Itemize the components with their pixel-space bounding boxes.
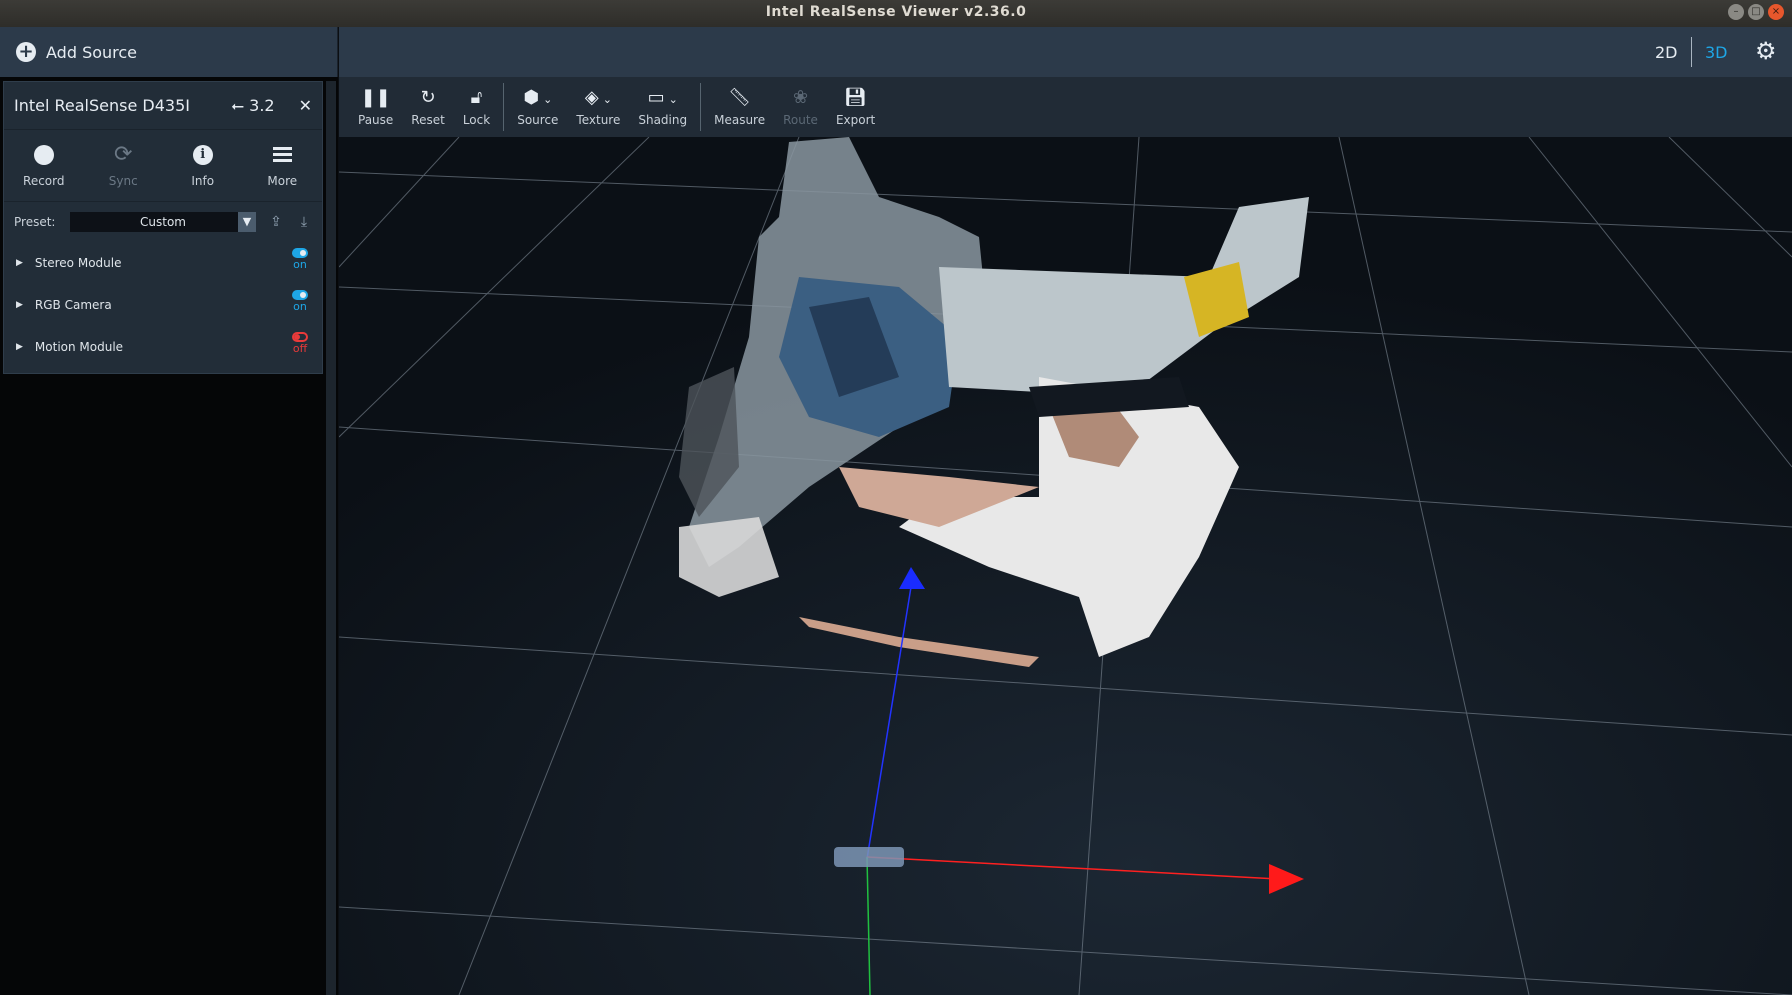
module-rgb[interactable]: ▶ RGB Camera on (4, 284, 322, 326)
toolbar-separator (700, 83, 702, 131)
window-title: Intel RealSense Viewer v2.36.0 (765, 4, 1027, 20)
pause-label: Pause (358, 113, 394, 127)
preset-select[interactable]: Custom ▼ (70, 212, 256, 232)
menu-icon (272, 144, 292, 165)
record-icon (33, 144, 54, 165)
ruler-icon: 📏︎ (728, 87, 752, 108)
toggle-on-icon (292, 290, 308, 300)
more-button[interactable]: More (243, 130, 323, 201)
paint-bucket-icon: ◈ ⌄ (584, 87, 612, 108)
reset-icon: ↻ (420, 87, 436, 108)
route-label: Route (783, 113, 818, 127)
pause-icon: ❚❚ (360, 87, 391, 108)
view-topbar: 2D 3D ⚙ (339, 27, 1792, 77)
shading-label: Shading (638, 113, 688, 127)
texture-button[interactable]: ◈ ⌄ Texture (567, 77, 629, 137)
expand-arrow-icon: ▶ (16, 258, 23, 268)
reset-label: Reset (411, 113, 445, 127)
measure-label: Measure (714, 113, 766, 127)
view-separator (1691, 37, 1692, 67)
close-window-icon[interactable]: × (1768, 4, 1784, 20)
device-name: Intel RealSense D435I (14, 96, 190, 115)
point-cloud-viewport[interactable] (339, 137, 1792, 995)
module-stereo[interactable]: ▶ Stereo Module on (4, 242, 322, 284)
lock-label: Lock (462, 113, 491, 127)
expand-arrow-icon: ▶ (16, 342, 23, 352)
record-button[interactable]: Record (4, 130, 84, 201)
save-icon: 💾︎ (844, 87, 868, 108)
paint-roller-icon: ▭ ⌄ (647, 87, 678, 108)
export-button[interactable]: 💾︎ Export (827, 77, 884, 137)
module-motion[interactable]: ▶ Motion Module off (4, 326, 322, 368)
preset-row: Preset: Custom ▼ ⇪ ⤓ (4, 202, 322, 242)
view-2d-button[interactable]: 2D (1655, 43, 1678, 62)
device-panel: Intel RealSense D435I ⭠ 3.2 ✕ Record ⟳ S… (3, 81, 323, 374)
reset-button[interactable]: ↻ Reset (402, 77, 454, 137)
module-name: Stereo Module (34, 256, 122, 270)
module-name: RGB Camera (34, 298, 112, 312)
more-label: More (267, 173, 298, 188)
minimize-icon[interactable]: – (1728, 4, 1744, 20)
add-source-label: Add Source (46, 42, 138, 62)
preset-label: Preset: (14, 215, 56, 229)
maximize-icon[interactable]: □ (1748, 4, 1764, 20)
stereo-toggle[interactable]: on (288, 248, 312, 271)
device-header: Intel RealSense D435I ⭠ 3.2 ✕ (4, 82, 322, 130)
shading-button[interactable]: ▭ ⌄ Shading (629, 77, 696, 137)
expand-arrow-icon: ▶ (16, 300, 23, 310)
toggle-state: on (293, 300, 307, 313)
toolbar-separator (503, 83, 505, 131)
export-label: Export (835, 113, 876, 127)
toggle-on-icon (292, 248, 308, 258)
upload-preset-icon[interactable]: ⇪ (268, 214, 284, 230)
record-label: Record (23, 173, 65, 188)
window-titlebar: Intel RealSense Viewer v2.36.0 – □ × (0, 0, 1792, 27)
pause-button[interactable]: ❚❚ Pause (349, 77, 402, 137)
toggle-off-icon (292, 332, 308, 342)
viewer-toolbar: ❚❚ Pause ↻ Reset 🔓︎ Lock ⬢ ⌄ Source ◈ ⌄ Texture… (339, 77, 1792, 137)
window-controls: – □ × (1728, 4, 1784, 20)
sidebar: + Add Source Intel RealSense D435I ⭠ 3.2… (0, 27, 338, 995)
route-button[interactable]: ❀ Route (774, 77, 827, 137)
texture-label: Texture (576, 113, 621, 127)
toggle-state: off (292, 342, 308, 355)
view-3d-button[interactable]: 3D (1705, 43, 1728, 62)
lock-icon: 🔓︎ (470, 87, 483, 108)
preset-value: Custom (140, 215, 186, 229)
usb-badge: ⭠ 3.2 (231, 96, 274, 116)
usb-version: 3.2 (249, 95, 275, 115)
gear-icon[interactable]: ⚙ (1755, 37, 1777, 65)
device-actions: Record ⟳ Sync i Info More (4, 130, 322, 202)
point-cloud-canvas (339, 137, 1792, 995)
motion-toggle[interactable]: off (288, 332, 312, 355)
add-source-button[interactable]: + Add Source (0, 27, 338, 77)
lock-button[interactable]: 🔓︎ Lock (454, 77, 499, 137)
rgb-toggle[interactable]: on (288, 290, 312, 313)
download-preset-icon[interactable]: ⤓ (296, 214, 312, 230)
sidebar-scrollbar[interactable] (326, 81, 336, 995)
source-button[interactable]: ⬢ ⌄ Source (508, 77, 567, 137)
info-icon: i (192, 144, 213, 165)
sync-label: Sync (108, 173, 138, 188)
measure-button[interactable]: 📏︎ Measure (705, 77, 774, 137)
sync-button[interactable]: ⟳ Sync (84, 130, 164, 201)
camera-model-icon (834, 847, 904, 867)
paw-icon: ❀ (792, 87, 809, 108)
close-device-button[interactable]: ✕ (299, 96, 312, 115)
plus-circle-icon: + (16, 42, 36, 62)
module-name: Motion Module (34, 340, 124, 354)
toggle-state: on (293, 258, 307, 271)
source-label: Source (517, 113, 559, 127)
sync-icon: ⟳ (114, 142, 133, 167)
info-button[interactable]: i Info (163, 130, 243, 201)
chevron-down-icon: ▼ (238, 212, 256, 232)
usb-icon: ⭠ (231, 95, 245, 115)
cube-icon: ⬢ ⌄ (523, 87, 553, 108)
info-label: Info (191, 173, 215, 188)
